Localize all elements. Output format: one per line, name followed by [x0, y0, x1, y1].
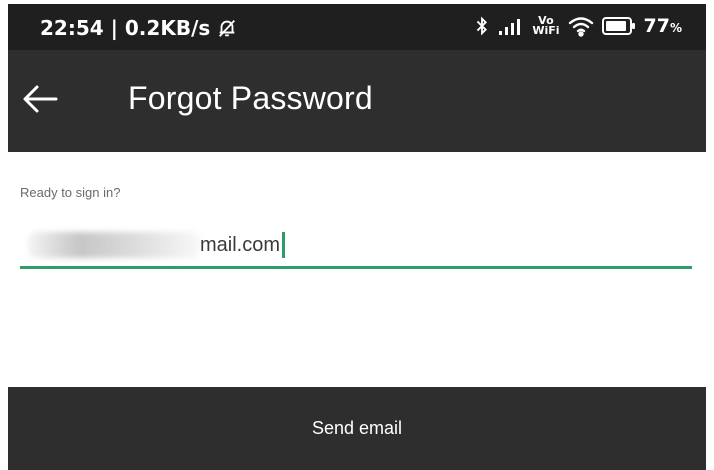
battery-icon	[601, 17, 635, 35]
email-visible-text: mail.com	[200, 233, 281, 256]
status-bar: 22:54 | 0.2KB/s Vo WiFi 77%	[8, 4, 706, 50]
signal-icon	[499, 19, 521, 35]
vowifi-indicator: Vo WiFi	[532, 15, 560, 37]
email-input-value[interactable]: mail.com	[200, 232, 286, 258]
battery-level: 77%	[644, 15, 682, 37]
vowifi-bottom: WiFi	[532, 24, 560, 37]
text-caret	[282, 232, 286, 258]
send-email-button[interactable]: Send email	[8, 387, 706, 470]
email-field[interactable]: mail.com	[20, 222, 692, 270]
battery-unit: %	[669, 21, 682, 35]
wifi-icon	[568, 17, 593, 37]
sign-in-prompt-label: Ready to sign in?	[20, 185, 121, 200]
back-arrow-icon[interactable]	[22, 84, 58, 114]
forgot-password-screen: 22:54 | 0.2KB/s Vo WiFi 77% Forgot Passw…	[0, 0, 714, 470]
app-bar: Forgot Password	[8, 50, 706, 152]
redacted-email-part	[28, 232, 200, 258]
bell-off-icon	[219, 20, 236, 37]
email-field-underline	[20, 266, 692, 269]
bluetooth-icon	[477, 16, 488, 36]
status-time-speed: 22:54 | 0.2KB/s	[40, 16, 211, 40]
status-right: Vo WiFi 77%	[474, 15, 682, 37]
status-left: 22:54 | 0.2KB/s	[40, 16, 238, 40]
page-title: Forgot Password	[128, 80, 373, 116]
battery-value: 77	[643, 15, 670, 37]
